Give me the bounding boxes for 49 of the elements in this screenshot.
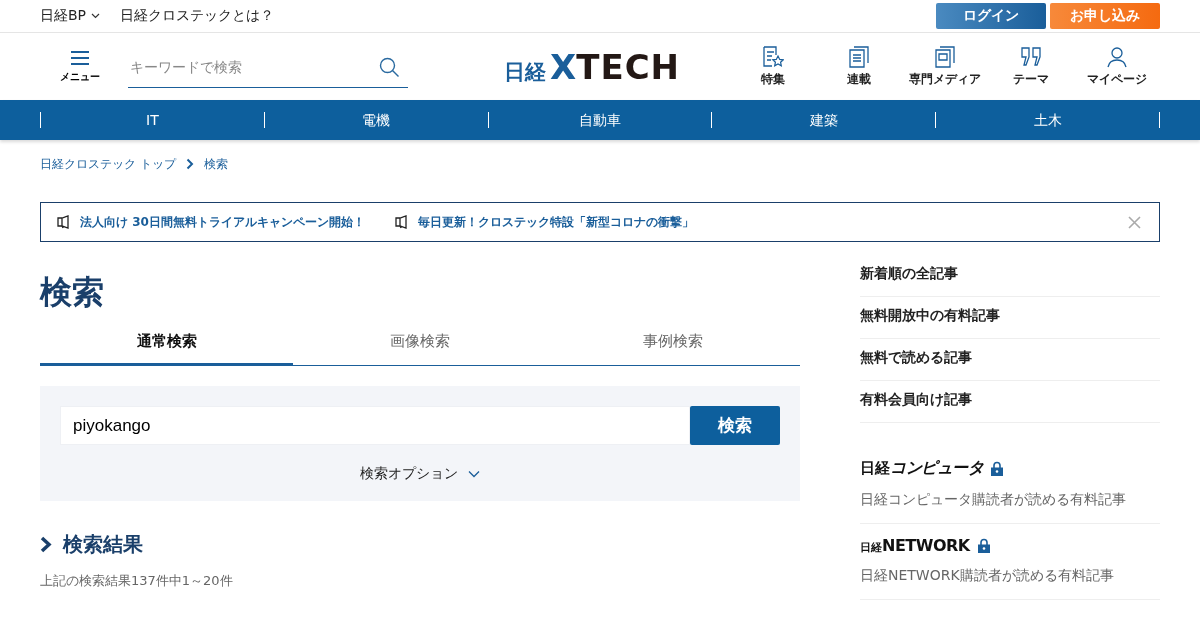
notice-link[interactable]: 毎日更新！クロステック特設「新型コロナの衝撃」: [394, 213, 694, 231]
series-link[interactable]: 連載: [816, 45, 902, 88]
site-logo[interactable]: 日経 XTECH: [504, 46, 681, 87]
category-link[interactable]: 自動車: [487, 112, 712, 128]
magazine-logo: 日経NETWORK: [860, 536, 970, 555]
megaphone-icon: [394, 215, 410, 229]
theme-link[interactable]: テーマ: [988, 45, 1074, 88]
sidebar-link[interactable]: 無料で読める記事: [860, 338, 1160, 380]
sidebar-link[interactable]: 有料会員向け記事: [860, 380, 1160, 422]
category-link[interactable]: 土木: [935, 112, 1160, 128]
search-input[interactable]: piyokango: [60, 406, 690, 445]
document-star-icon: [762, 45, 784, 68]
user-link[interactable]: マイページ: [1074, 45, 1160, 88]
search-button[interactable]: 検索: [690, 406, 780, 445]
magazines-icon: [934, 45, 956, 68]
search-tab[interactable]: 画像検索: [293, 328, 547, 366]
search-tab[interactable]: 通常検索: [40, 328, 294, 366]
media-link[interactable]: 専門メディア: [902, 45, 988, 88]
menu-icon: [70, 49, 90, 66]
results-heading: 検索結果: [63, 531, 143, 558]
magazine-logo: 日経コンピュータ: [860, 458, 983, 479]
category-link[interactable]: IT: [40, 112, 264, 128]
sidebar-link[interactable]: 新着順の全記事: [860, 254, 1160, 296]
sidebar-link[interactable]: 無料開放中の有料記事: [860, 296, 1160, 338]
documents-icon: [848, 45, 870, 68]
magazine-description[interactable]: 日経コンピュータ購読者が読める有料記事: [860, 491, 1160, 509]
chevron-right-icon: [185, 158, 194, 170]
user-icon: [1106, 45, 1128, 68]
top-link[interactable]: 日経クロステックとは？: [120, 7, 275, 25]
magazine-description[interactable]: 日経NETWORK購読者が読める有料記事: [860, 567, 1160, 585]
notice-link[interactable]: 法人向け 30日間無料トライアルキャンペーン開始！: [57, 213, 365, 231]
top-link[interactable]: 日経BP: [40, 7, 101, 25]
close-icon[interactable]: [1128, 216, 1141, 229]
menu-button[interactable]: メニュー: [60, 49, 100, 84]
search-options-toggle[interactable]: 検索オプション: [360, 465, 480, 483]
category-link[interactable]: 電機: [263, 112, 488, 128]
category-link[interactable]: 建築: [711, 112, 936, 128]
breadcrumb-link[interactable]: 検索: [203, 155, 228, 173]
results-summary: 上記の検索結果137件中1～20件: [40, 572, 234, 590]
feature-link[interactable]: 特集: [730, 45, 816, 88]
search-icon: [379, 56, 400, 78]
quote-icon: [1020, 45, 1042, 68]
page-title: 検索: [40, 272, 105, 312]
megaphone-icon: [57, 215, 72, 229]
login-button[interactable]: ログイン: [936, 3, 1046, 29]
chevron-down-icon: [468, 470, 480, 478]
breadcrumb-link[interactable]: 日経クロステック トップ: [40, 155, 176, 173]
chevron-right-icon: [40, 536, 53, 553]
search-tab[interactable]: 事例検索: [546, 328, 800, 366]
